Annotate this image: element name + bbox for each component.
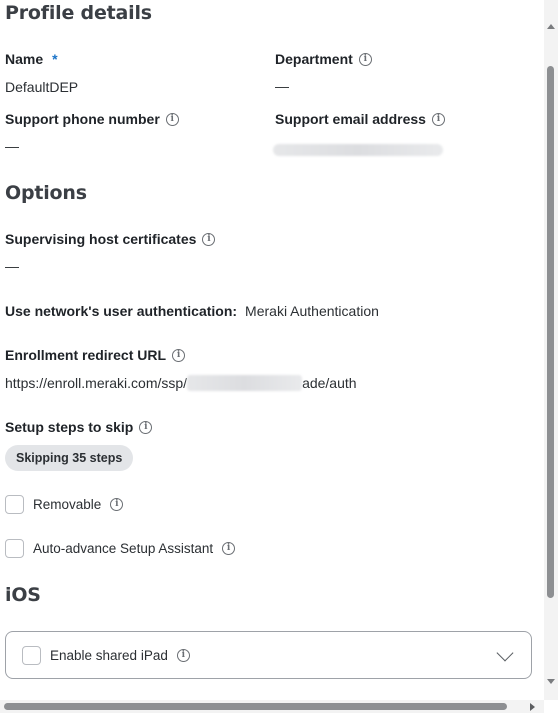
vertical-scrollbar-thumb[interactable]	[547, 66, 554, 598]
supervising-host-certificates-label: Supervising host certificates i	[5, 231, 216, 247]
auto-advance-checkbox[interactable]	[5, 539, 24, 558]
removable-label: Removable	[33, 497, 102, 512]
info-icon[interactable]: i	[165, 112, 179, 126]
redirect-url-suffix: ade/auth	[302, 375, 357, 391]
shared-ipad-checkbox[interactable]	[22, 645, 41, 665]
name-label-text: Name	[5, 51, 44, 67]
support-email-label-text: Support email address	[275, 111, 426, 127]
info-icon[interactable]: i	[222, 542, 236, 555]
auto-advance-label: Auto-advance Setup Assistant	[33, 541, 214, 556]
redacted-url-segment	[187, 375, 303, 391]
horizontal-scrollbar-thumb[interactable]	[4, 703, 507, 710]
user-authentication-value: Meraki Authentication	[245, 303, 379, 319]
redacted-email	[273, 144, 443, 157]
scroll-right-arrow-icon[interactable]	[530, 703, 535, 711]
info-icon[interactable]: i	[139, 420, 153, 434]
options-heading: Options	[5, 182, 87, 204]
info-icon[interactable]: i	[110, 498, 124, 511]
name-value: DefaultDEP	[5, 79, 79, 95]
support-phone-label: Support phone number i	[5, 111, 179, 127]
scroll-content: Profile details Name * DefaultDEP Departm…	[0, 0, 540, 713]
chevron-down-icon[interactable]	[496, 644, 514, 662]
scroll-up-arrow-icon[interactable]	[547, 24, 555, 29]
support-email-label: Support email address i	[275, 111, 445, 127]
support-phone-label-text: Support phone number	[5, 111, 160, 127]
enrollment-redirect-url-label: Enrollment redirect URL i	[5, 347, 186, 363]
vertical-scrollbar[interactable]	[544, 0, 558, 700]
info-icon[interactable]: i	[202, 232, 216, 246]
redirect-label-text: Enrollment redirect URL	[5, 347, 167, 363]
info-icon[interactable]: i	[176, 648, 190, 662]
user-authentication-row: Use network's user authentication: Merak…	[5, 303, 379, 319]
department-label-text: Department	[275, 51, 353, 67]
support-phone-value: —	[5, 138, 19, 154]
scroll-down-arrow-icon[interactable]	[547, 679, 555, 684]
user-authentication-label: Use network's user authentication:	[5, 303, 238, 319]
skipping-steps-button[interactable]: Skipping 35 steps	[5, 445, 134, 471]
name-label: Name *	[5, 51, 58, 67]
skip-label-text: Setup steps to skip	[5, 419, 134, 435]
support-email-value-redacted	[273, 141, 443, 157]
enrollment-redirect-url-value: https://enroll.meraki.com/ssp/ ade/auth	[5, 375, 357, 391]
horizontal-scrollbar[interactable]	[0, 700, 544, 713]
department-label: Department i	[275, 51, 372, 67]
info-icon[interactable]: i	[431, 112, 445, 126]
info-icon[interactable]: i	[358, 52, 372, 66]
ios-heading: iOS	[5, 584, 41, 606]
shared-ipad-accordion[interactable]: Enable shared iPad i	[5, 631, 532, 679]
info-icon[interactable]: i	[172, 348, 186, 362]
removable-checkbox[interactable]	[5, 495, 24, 514]
supervising-label-text: Supervising host certificates	[5, 231, 197, 247]
profile-details-heading: Profile details	[5, 2, 152, 24]
supervising-value: —	[5, 258, 19, 274]
setup-steps-to-skip-label: Setup steps to skip i	[5, 419, 153, 435]
removable-row: Removable i	[5, 495, 124, 514]
shared-ipad-label: Enable shared iPad	[50, 647, 168, 663]
redirect-url-prefix: https://enroll.meraki.com/ssp/	[5, 375, 188, 391]
auto-advance-row: Auto-advance Setup Assistant i	[5, 539, 236, 558]
shared-ipad-row: Enable shared iPad i	[22, 645, 190, 665]
profile-panel: Profile details Name * DefaultDEP Departm…	[0, 0, 558, 713]
department-value: —	[275, 78, 289, 94]
required-marker: *	[52, 51, 58, 67]
